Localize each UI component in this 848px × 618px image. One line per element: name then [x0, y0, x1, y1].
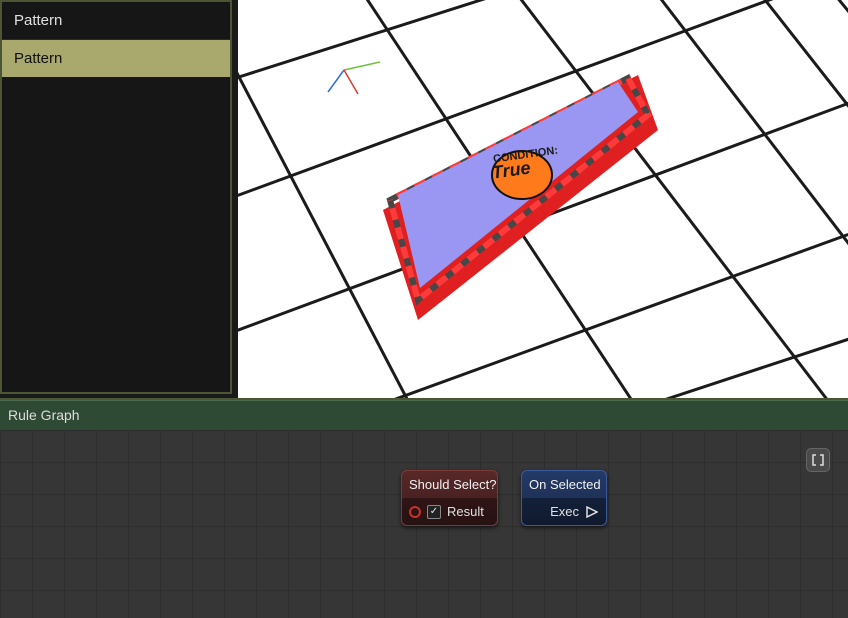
- node-should-select[interactable]: Should Select? ✓ Result: [401, 470, 498, 526]
- result-checkbox[interactable]: ✓: [427, 505, 441, 519]
- rulegraph-canvas[interactable]: Should Select? ✓ Result On Selected Exec: [0, 430, 848, 618]
- expand-button[interactable]: [806, 448, 830, 472]
- node-title: On Selected: [522, 471, 606, 498]
- output-pin-icon[interactable]: [409, 506, 421, 518]
- brackets-icon: [812, 454, 824, 466]
- node-body: ✓ Result: [402, 498, 497, 525]
- exec-pin-icon[interactable]: [585, 505, 599, 519]
- rulegraph-title: Rule Graph: [8, 407, 80, 423]
- sidebar-item-label: Pattern: [14, 12, 62, 29]
- sidebar-item-pattern-1[interactable]: Pattern: [2, 40, 230, 77]
- node-on-selected[interactable]: On Selected Exec: [521, 470, 607, 526]
- sidebar-item-pattern-0[interactable]: Pattern: [2, 2, 230, 40]
- node-body: Exec: [522, 498, 606, 525]
- root: Pattern Pattern: [0, 0, 848, 618]
- result-label: Result: [447, 504, 484, 519]
- sidebar-item-label: Pattern: [14, 50, 62, 67]
- rulegraph-header: Rule Graph: [0, 400, 848, 430]
- exec-label: Exec: [550, 504, 579, 519]
- viewport-canvas: CONDITION: True: [238, 0, 848, 398]
- sidebar: Pattern Pattern: [0, 0, 232, 394]
- node-title: Should Select?: [402, 471, 497, 498]
- viewport-3d[interactable]: CONDITION: True: [238, 0, 848, 398]
- top-region: Pattern Pattern: [0, 0, 848, 400]
